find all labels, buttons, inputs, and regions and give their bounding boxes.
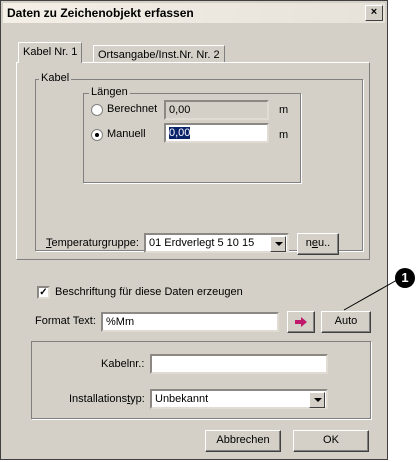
laengen-group-label: Längen — [89, 86, 130, 98]
manuell-field[interactable]: 0,00 — [164, 123, 269, 143]
close-button[interactable]: × — [365, 5, 383, 21]
chevron-down-icon[interactable] — [270, 236, 286, 252]
chevron-down-icon[interactable] — [309, 392, 325, 408]
arrow-right-button[interactable] — [287, 311, 315, 333]
manuell-unit: m — [279, 129, 289, 141]
dialog-window: Daten zu Zeichenobjekt erfassen × Kabel … — [0, 0, 388, 460]
berechnet-field: 0,00 — [164, 100, 269, 120]
installationstyp-value: Unbekannt — [155, 393, 209, 405]
manuell-radio[interactable] — [91, 129, 103, 141]
installationstyp-label: Installationstyp: — [69, 393, 145, 405]
berechnet-unit: m — [279, 104, 289, 116]
temperaturgruppe-label: Temperaturgruppe: — [46, 237, 139, 249]
manuell-label: Manuell — [107, 128, 146, 140]
kabel-group-label: Kabel — [39, 72, 72, 84]
callout-badge: 1 — [395, 268, 415, 288]
title-bar[interactable]: Daten zu Zeichenobjekt erfassen × — [3, 3, 385, 23]
format-text-label: Format Text: — [35, 315, 96, 327]
format-text-field[interactable]: %Mm — [101, 312, 279, 332]
dialog-title: Daten zu Zeichenobjekt erfassen — [7, 6, 194, 20]
installationstyp-select[interactable]: Unbekannt — [150, 389, 328, 409]
kabelnr-label: Kabelnr.: — [101, 358, 145, 370]
berechnet-radio[interactable] — [91, 104, 103, 116]
kabelnr-field[interactable] — [150, 354, 328, 374]
beschriftung-checkbox[interactable]: ✓ — [37, 286, 50, 299]
temperaturgruppe-value: 01 Erdverlegt 5 10 15 — [149, 237, 255, 249]
cancel-button[interactable]: Abbrechen — [205, 430, 281, 452]
arrow-right-icon — [295, 317, 307, 327]
temperaturgruppe-select[interactable]: 01 Erdverlegt 5 10 15 — [144, 233, 289, 253]
tab-kabel[interactable]: Kabel Nr. 1 — [18, 42, 83, 63]
neu-button[interactable]: neu.. — [297, 233, 339, 255]
berechnet-label: Berechnet — [107, 103, 158, 115]
manuell-value: 0,00 — [169, 127, 191, 139]
beschriftung-label: Beschriftung für diese Daten erzeugen — [55, 286, 243, 298]
ok-button[interactable]: OK — [293, 430, 369, 452]
tab-ortsangabe[interactable]: Ortsangabe/Inst.Nr. Nr. 2 — [93, 45, 225, 63]
